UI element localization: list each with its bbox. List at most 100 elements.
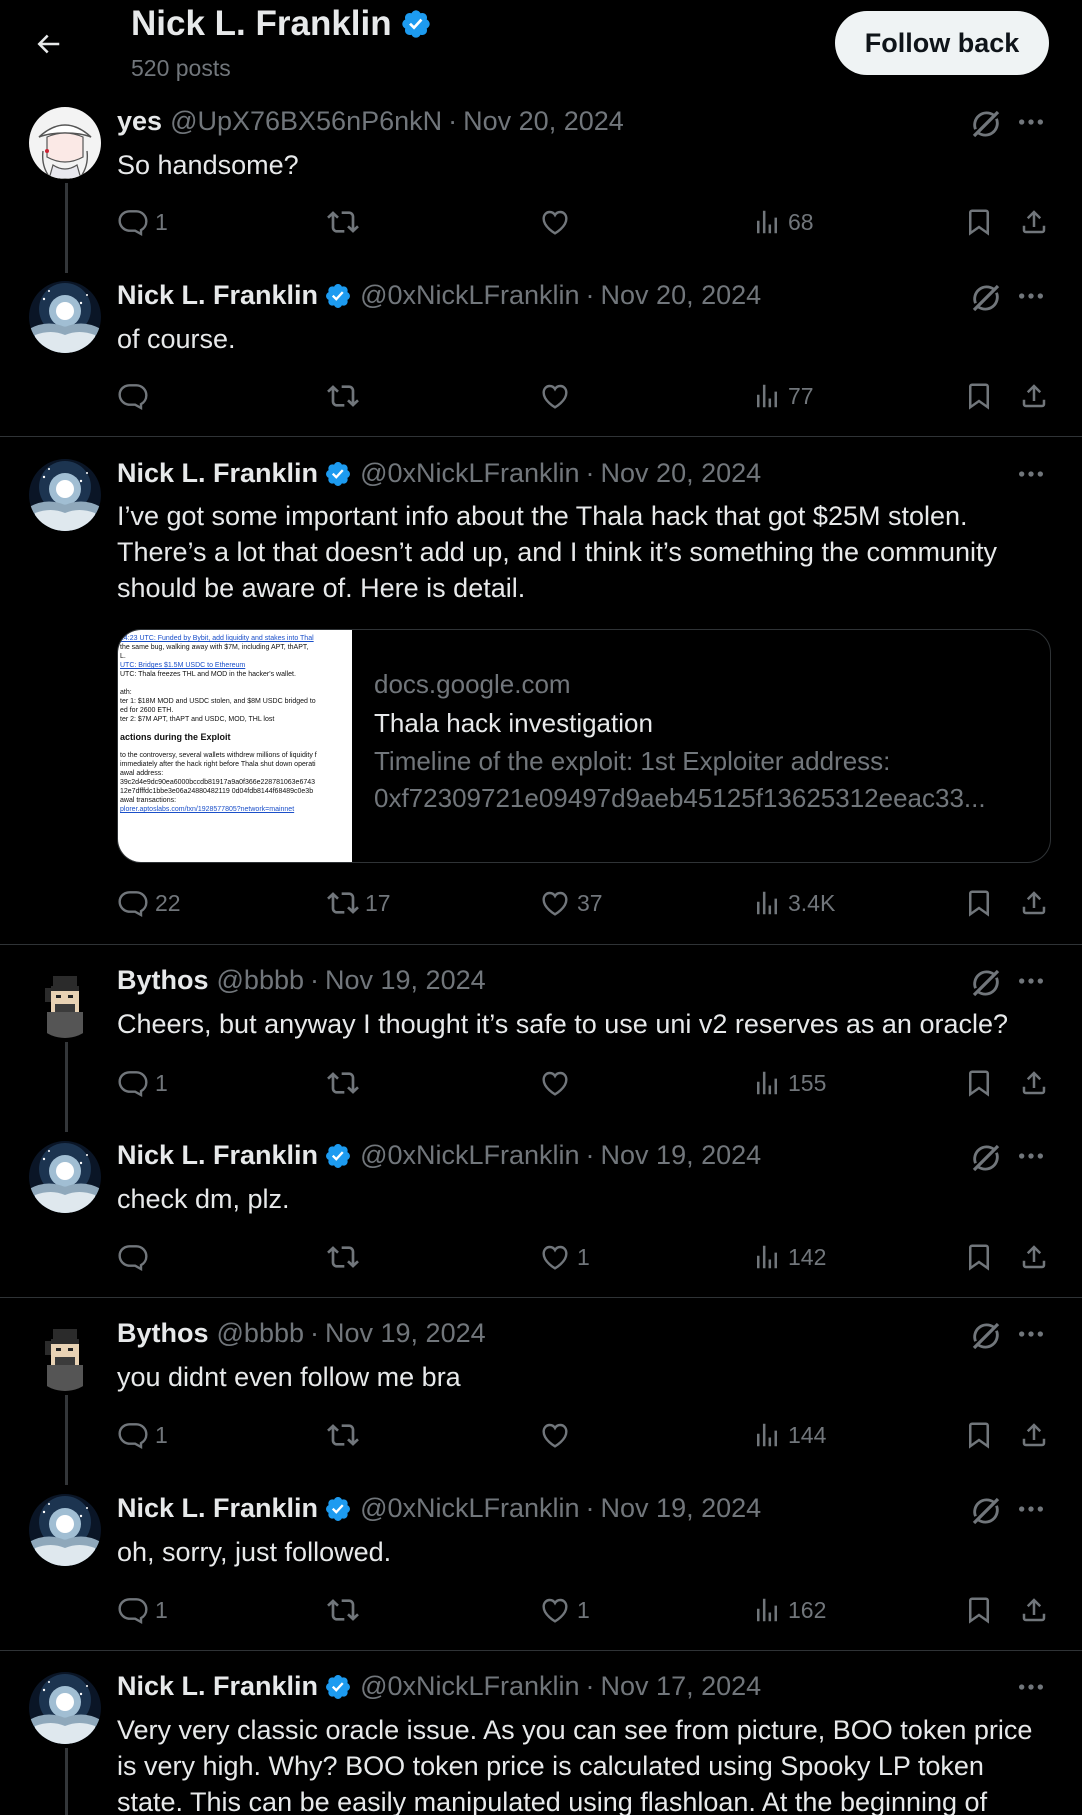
avatar[interactable] — [29, 281, 101, 353]
author-handle[interactable]: @bbbb — [217, 1318, 304, 1349]
avatar[interactable] — [29, 459, 101, 531]
grok-icon[interactable] — [968, 1318, 1004, 1354]
reply-count: 1 — [155, 208, 168, 235]
more-icon[interactable] — [1015, 106, 1051, 142]
retweet-button[interactable] — [327, 1590, 365, 1630]
bookmark-button[interactable] — [964, 1237, 994, 1277]
views-button[interactable]: 77 — [752, 376, 814, 416]
views-button[interactable]: 162 — [752, 1590, 826, 1630]
share-button[interactable] — [1019, 376, 1049, 416]
author-name[interactable]: Bythos — [117, 965, 209, 996]
author-handle[interactable]: @0xNickLFranklin — [360, 1671, 579, 1702]
avatar[interactable] — [29, 1494, 101, 1566]
reply-button[interactable]: 22 — [117, 883, 181, 923]
views-button[interactable]: 142 — [752, 1237, 826, 1277]
author-handle[interactable]: @UpX76BX56nP6nkN — [170, 106, 442, 137]
author-name[interactable]: Nick L. Franklin — [117, 1140, 318, 1171]
reply-button[interactable]: 1 — [117, 202, 168, 242]
views-count: 162 — [788, 1596, 827, 1623]
author-name[interactable]: yes — [117, 106, 162, 137]
more-icon[interactable] — [1015, 1318, 1051, 1354]
more-icon[interactable] — [1015, 458, 1051, 494]
tweet-date[interactable]: Nov 19, 2024 — [601, 1493, 762, 1524]
grok-icon[interactable] — [968, 1140, 1004, 1176]
link-card[interactable]: 14:23 UTC: Funded by Bybit, add liquidit… — [117, 629, 1051, 863]
reply-button[interactable]: 1 — [117, 1590, 168, 1630]
document-line: ed for 2600 ETH. — [120, 707, 174, 714]
grok-icon[interactable] — [968, 1493, 1004, 1529]
author-name[interactable]: Nick L. Franklin — [117, 1493, 318, 1524]
bookmark-button[interactable] — [964, 1063, 994, 1103]
tweet-date[interactable]: Nov 19, 2024 — [325, 1318, 486, 1349]
grok-icon[interactable] — [968, 106, 1004, 142]
views-button[interactable]: 3.4K — [752, 883, 835, 923]
avatar[interactable] — [29, 1141, 101, 1213]
like-button[interactable] — [539, 1063, 577, 1103]
tweet-date[interactable]: Nov 20, 2024 — [601, 458, 762, 489]
share-button[interactable] — [1019, 1063, 1049, 1103]
avatar[interactable] — [29, 1672, 101, 1744]
like-button[interactable]: 1 — [539, 1590, 590, 1630]
document-line: UTC: Thala freezes THL and MOD in the ha… — [120, 671, 296, 678]
author-name[interactable]: Bythos — [117, 1318, 209, 1349]
retweet-button[interactable] — [327, 1415, 365, 1455]
avatar[interactable] — [29, 1319, 101, 1391]
reply-button[interactable] — [117, 1237, 155, 1277]
author-handle[interactable]: @0xNickLFranklin — [360, 1493, 579, 1524]
reply-button[interactable]: 1 — [117, 1063, 168, 1103]
author-handle[interactable]: @bbbb — [217, 965, 304, 996]
more-icon[interactable] — [1015, 1493, 1051, 1529]
avatar[interactable] — [29, 107, 101, 179]
like-button[interactable] — [539, 1415, 577, 1455]
author-handle[interactable]: @0xNickLFranklin — [360, 458, 579, 489]
tweet-date[interactable]: Nov 20, 2024 — [601, 280, 762, 311]
author-name[interactable]: Nick L. Franklin — [117, 1671, 318, 1702]
tweet-date[interactable]: Nov 19, 2024 — [325, 965, 486, 996]
author-name[interactable]: Nick L. Franklin — [117, 458, 318, 489]
author-handle[interactable]: @0xNickLFranklin — [360, 280, 579, 311]
document-line: 39c2d4e9dc90ea6000bccdb81917a9a0f366e228… — [120, 779, 316, 786]
like-button[interactable]: 1 — [539, 1237, 590, 1277]
bookmark-button[interactable] — [964, 1415, 994, 1455]
grok-icon[interactable] — [968, 965, 1004, 1001]
grok-icon[interactable] — [968, 280, 1004, 316]
author-handle[interactable]: @0xNickLFranklin — [360, 1140, 579, 1171]
share-button[interactable] — [1019, 1590, 1049, 1630]
like-button[interactable] — [539, 376, 577, 416]
share-button[interactable] — [1019, 883, 1049, 923]
retweet-button[interactable] — [327, 1063, 365, 1103]
tweet-date[interactable]: Nov 19, 2024 — [601, 1140, 762, 1171]
tweet-date[interactable]: Nov 20, 2024 — [463, 106, 624, 137]
reply-button[interactable]: 1 — [117, 1415, 168, 1455]
avatar[interactable] — [29, 966, 101, 1038]
more-icon[interactable] — [1015, 1671, 1051, 1707]
more-icon[interactable] — [1015, 965, 1051, 1001]
share-button[interactable] — [1019, 1415, 1049, 1455]
views-button[interactable]: 144 — [752, 1415, 826, 1455]
document-line: 14:23 UTC: Funded by Bybit, add liquidit… — [120, 635, 314, 642]
bookmark-button[interactable] — [964, 202, 994, 242]
author-name[interactable]: Nick L. Franklin — [117, 280, 318, 311]
follow-back-button[interactable]: Follow back — [835, 11, 1049, 75]
retweet-button[interactable]: 17 — [327, 883, 391, 923]
bookmark-button[interactable] — [964, 1590, 994, 1630]
bookmark-button[interactable] — [964, 883, 994, 923]
tweet-date[interactable]: Nov 17, 2024 — [601, 1671, 762, 1702]
views-button[interactable]: 68 — [752, 202, 814, 242]
retweet-button[interactable] — [327, 376, 365, 416]
share-button[interactable] — [1019, 202, 1049, 242]
like-button[interactable]: 37 — [539, 883, 603, 923]
like-button[interactable] — [539, 202, 577, 242]
thread-connector — [65, 1395, 68, 1485]
more-icon[interactable] — [1015, 1140, 1051, 1176]
share-button[interactable] — [1019, 1237, 1049, 1277]
more-icon[interactable] — [1015, 280, 1051, 316]
retweet-button[interactable] — [327, 1237, 365, 1277]
reply-button[interactable] — [117, 376, 155, 416]
back-button[interactable] — [26, 22, 70, 66]
views-button[interactable]: 155 — [752, 1063, 826, 1103]
retweet-button[interactable] — [327, 202, 365, 242]
bookmark-button[interactable] — [964, 376, 994, 416]
link-card-info: docs.google.com Thala hack investigation… — [374, 666, 1034, 817]
